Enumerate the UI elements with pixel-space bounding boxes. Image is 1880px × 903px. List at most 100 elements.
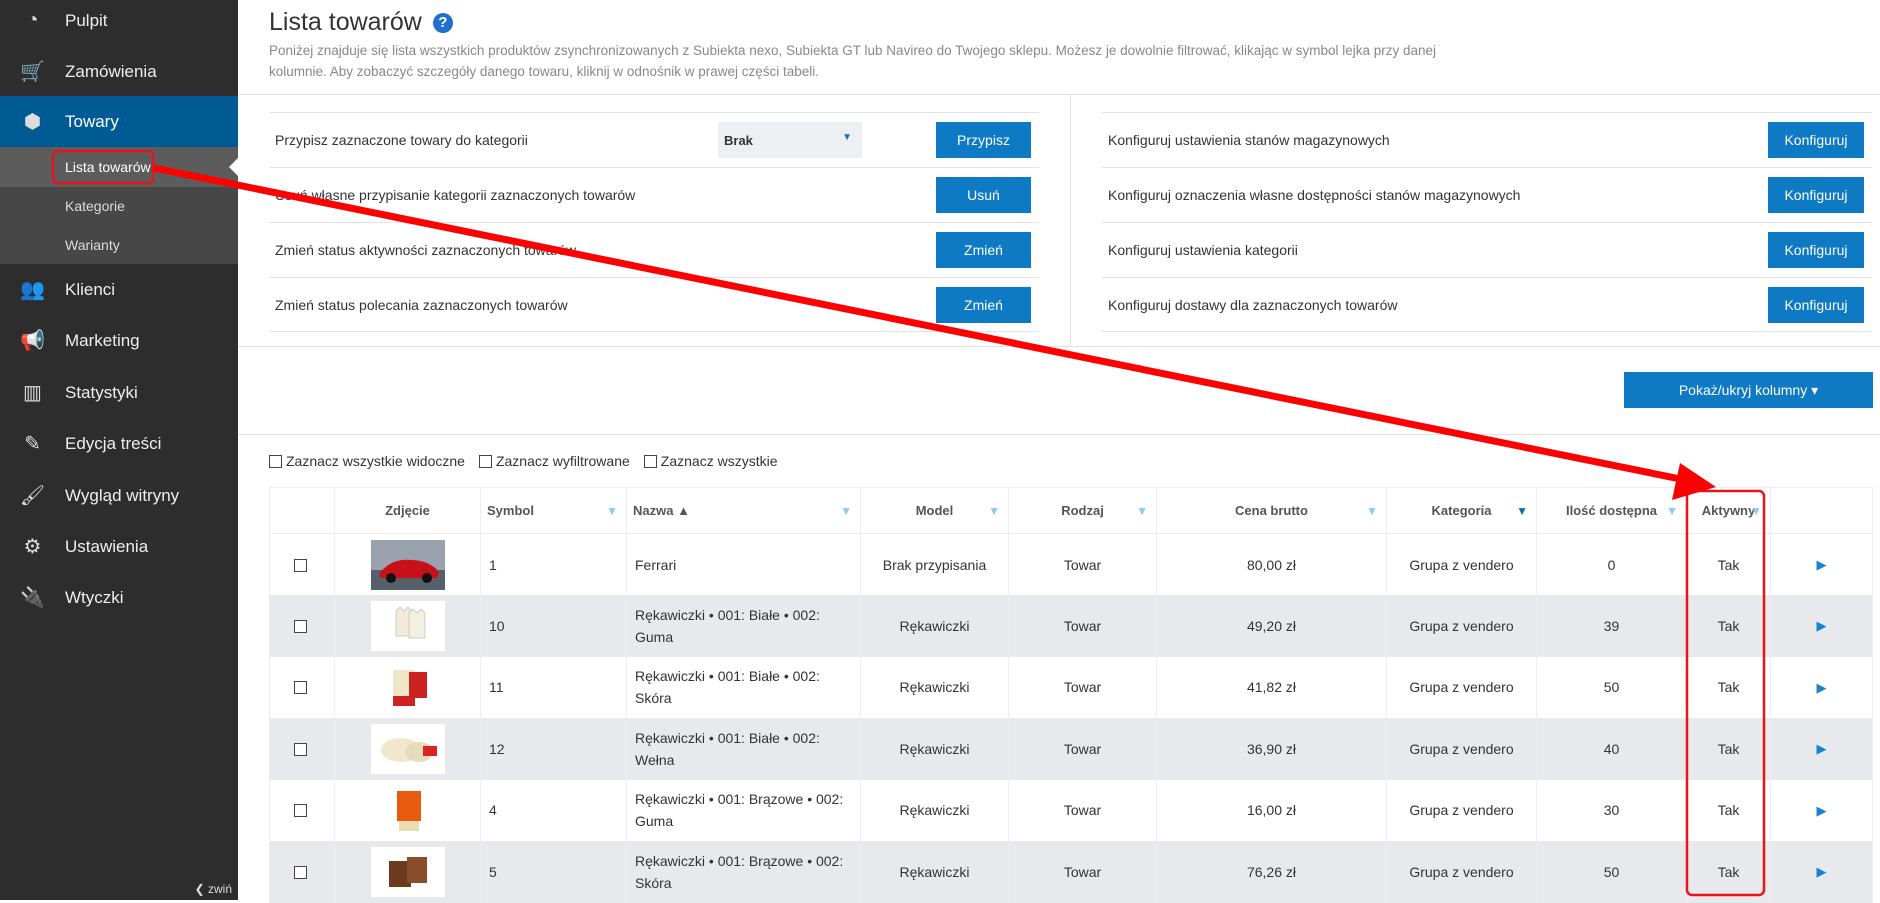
filter-icon[interactable]: ▼ [988, 504, 1000, 518]
row-checkbox[interactable] [293, 619, 307, 633]
action-button[interactable]: Zmień [936, 232, 1031, 268]
sidebar-item-0[interactable]: ◔ Pulpit [0, 0, 238, 46]
column-header-8[interactable]: Aktywny ▼ [1686, 487, 1771, 534]
sidebar-item-7[interactable]: 🖌 Wygląd witryny [0, 470, 238, 521]
products-table: Zdjęcie Symbol ▼ Nazwa ▲ ▼ Model ▼ Rodzaj ▼ Cena … [269, 487, 1873, 903]
page-title: Lista towarów ? [269, 8, 453, 37]
box-icon: ⬢ [23, 111, 42, 133]
caret-right-icon[interactable]: ▶ [1817, 557, 1827, 572]
cell-model: Rękawiczki [860, 841, 1009, 903]
action-button[interactable]: Usuń [936, 177, 1031, 213]
chevron-left-icon: ❮ [194, 882, 205, 896]
caret-right-icon[interactable]: ▶ [1817, 803, 1827, 818]
caret-right-icon[interactable]: ▶ [1817, 864, 1827, 879]
cell-category: Grupa z vendero [1386, 841, 1537, 903]
sidebar-item-2[interactable]: ⬢ Towary [0, 96, 238, 147]
submenu-item-0[interactable]: Lista towarów [0, 147, 238, 187]
cell-active: Tak [1686, 779, 1771, 841]
column-header-0[interactable]: Zdjęcie [334, 487, 481, 534]
category-select[interactable]: Brak ▼ [718, 122, 862, 158]
caret-right-icon[interactable]: ▶ [1817, 618, 1827, 633]
product-image [370, 846, 445, 897]
column-header-4[interactable]: Rodzaj ▼ [1008, 487, 1157, 534]
sidebar-item-5[interactable]: ▥ Statystyki [0, 367, 238, 418]
cell-active: Tak [1686, 656, 1771, 718]
main-content: Lista towarów ? Poniżej znajduje się lis… [238, 0, 1880, 903]
cell-qty: 50 [1536, 841, 1687, 903]
cell-type: Towar [1008, 533, 1157, 595]
table-header: Zdjęcie Symbol ▼ Nazwa ▲ ▼ Model ▼ Rodzaj ▼ Cena … [269, 487, 1873, 534]
cell-price: 80,00 zł [1156, 533, 1387, 595]
dashboard-icon: ◔ [26, 9, 39, 31]
product-image [370, 539, 445, 590]
cell-category: Grupa z vendero [1386, 718, 1537, 780]
cell-type: Towar [1008, 779, 1157, 841]
row-checkbox[interactable] [293, 681, 307, 695]
action-row: Konfiguruj dostawy dla zaznaczonych towa… [1102, 277, 1872, 332]
caret-right-icon[interactable]: ▶ [1817, 680, 1827, 695]
sidebar-item-4[interactable]: 📢 Marketing [0, 315, 238, 366]
page-description: Poniżej znajduje się lista wszystkich pr… [269, 43, 1437, 79]
cell-symbol: 12 [480, 718, 627, 780]
toggle-columns-button[interactable]: Pokaż/ukryj kolumny ▾ [1624, 372, 1873, 408]
caret-right-icon[interactable]: ▶ [1817, 741, 1827, 756]
select-option-2[interactable]: Zaznacz wszystkie [643, 453, 777, 469]
cell-price: 16,00 zł [1156, 779, 1387, 841]
action-button[interactable]: Konfiguruj [1768, 122, 1864, 158]
action-row: Usuń własne przypisanie kategorii zaznac… [269, 167, 1039, 222]
cell-name: Rękawiczki • 001: Brązowe • 002: Skóra [626, 841, 861, 903]
brush-icon: 🖌 [19, 485, 46, 507]
action-row: Przypisz zaznaczone towary do kategorii B… [269, 112, 1039, 167]
column-header-2[interactable]: Nazwa ▲ ▼ [626, 487, 861, 534]
sidebar-item-9[interactable]: 🔌 Wtyczki [0, 572, 238, 623]
action-button[interactable]: Konfiguruj [1768, 232, 1864, 268]
sidebar-item-1[interactable]: 🛒 Zamówienia [0, 46, 238, 97]
action-row: Konfiguruj ustawienia stanów magazynowyc… [1102, 112, 1872, 167]
table-row: 11 Rękawiczki • 001: Białe • 002: Skóra … [269, 656, 1873, 718]
action-button[interactable]: Zmień [936, 287, 1031, 323]
filter-icon[interactable]: ▼ [1750, 504, 1762, 518]
checkbox[interactable] [478, 455, 492, 468]
sidebar-item-6[interactable]: ✎ Edycja treści [0, 418, 238, 469]
row-checkbox[interactable] [293, 865, 307, 879]
divider [1070, 94, 1071, 346]
select-option-0[interactable]: Zaznacz wszystkie widoczne [269, 453, 465, 469]
filter-icon[interactable]: ▼ [1366, 504, 1378, 518]
cell-category: Grupa z vendero [1386, 595, 1537, 657]
filter-icon[interactable]: ▼ [1666, 504, 1678, 518]
megaphone-icon: 📢 [20, 330, 45, 352]
submenu-item-1[interactable]: Kategorie [0, 186, 238, 226]
row-checkbox[interactable] [293, 804, 307, 818]
column-header-1[interactable]: Symbol ▼ [480, 487, 627, 534]
filter-icon[interactable]: ▼ [606, 504, 618, 518]
row-checkbox[interactable] [293, 558, 307, 572]
table-row: 4 Rękawiczki • 001: Brązowe • 002: Guma … [269, 779, 1873, 841]
select-option-1[interactable]: Zaznacz wyfiltrowane [478, 453, 630, 469]
column-header-5[interactable]: Cena brutto ▼ [1156, 487, 1387, 534]
checkbox[interactable] [269, 455, 282, 468]
cell-name: Rękawiczki • 001: Białe • 002: Skóra [626, 656, 861, 718]
product-image [370, 723, 445, 774]
filter-icon[interactable]: ▼ [840, 504, 852, 518]
row-checkbox[interactable] [293, 742, 307, 756]
column-header-7[interactable]: Ilość dostępna ▼ [1536, 487, 1687, 534]
action-row: Zmień status polecania zaznaczonych towa… [269, 277, 1039, 332]
filter-icon[interactable]: ▼ [1136, 504, 1148, 518]
collapse-sidebar-button[interactable]: ❮ zwiń [195, 882, 232, 896]
cell-symbol: 1 [480, 533, 627, 595]
sidebar-item-3[interactable]: 👥 Klienci [0, 264, 238, 315]
action-button[interactable]: Przypisz [936, 122, 1031, 158]
header-select [269, 487, 335, 534]
help-icon[interactable]: ? [432, 13, 453, 33]
sidebar-item-8[interactable]: ⚙ Ustawienia [0, 521, 238, 572]
filter-icon[interactable]: ▼ [1516, 504, 1528, 518]
submenu-item-2[interactable]: Warianty [0, 225, 238, 265]
action-button[interactable]: Konfiguruj [1768, 287, 1864, 323]
action-button[interactable]: Konfiguruj [1768, 177, 1864, 213]
cell-name: Ferrari [626, 533, 861, 595]
checkbox[interactable] [643, 455, 657, 468]
cell-qty: 40 [1536, 718, 1687, 780]
column-header-6[interactable]: Kategoria ▼ [1386, 487, 1537, 534]
table-row: 10 Rękawiczki • 001: Białe • 002: Guma R… [269, 595, 1873, 657]
column-header-3[interactable]: Model ▼ [860, 487, 1009, 534]
